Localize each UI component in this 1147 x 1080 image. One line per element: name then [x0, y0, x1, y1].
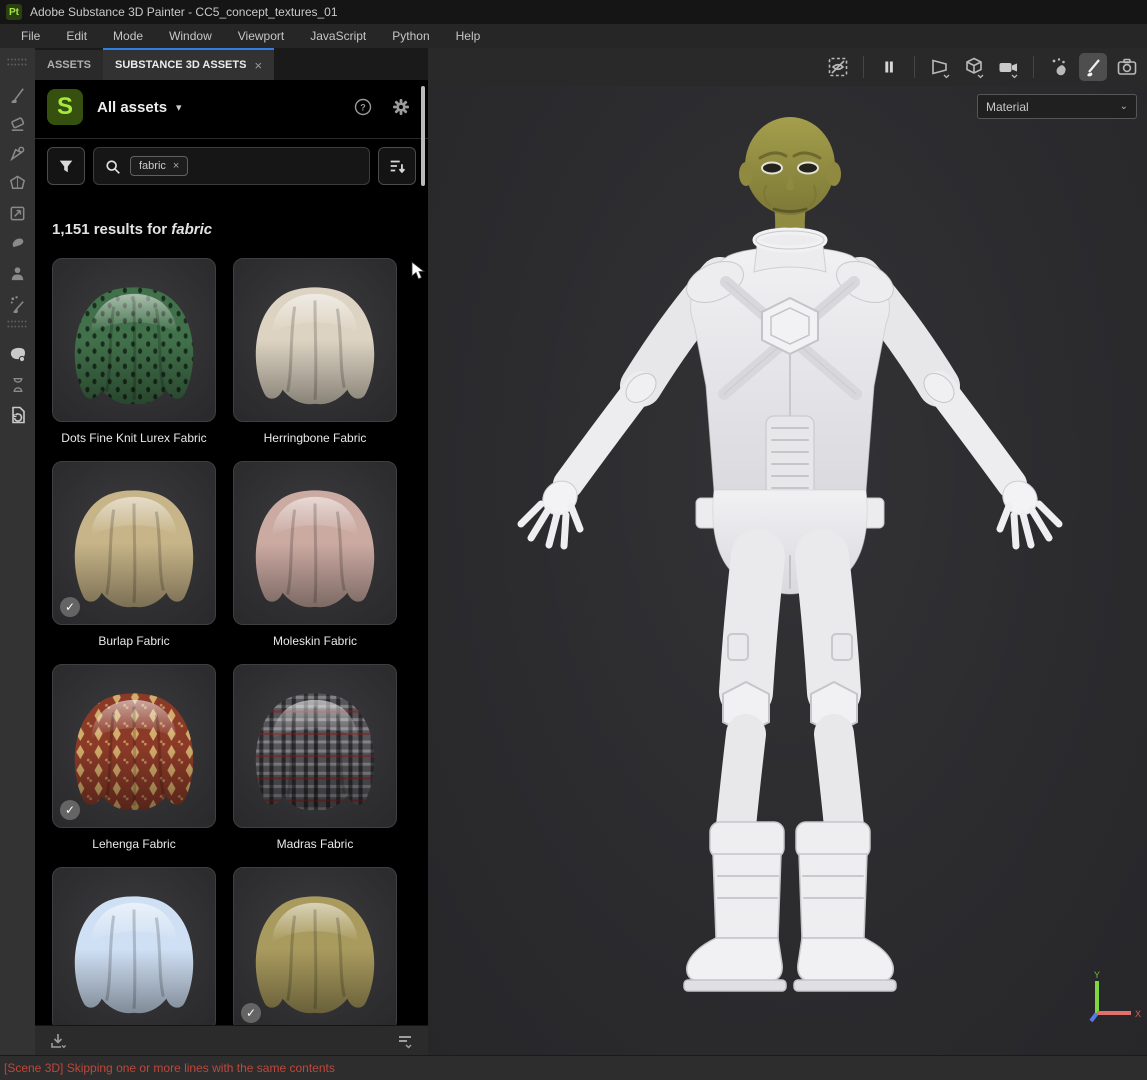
- character-model[interactable]: [428, 86, 1147, 1055]
- list-options-icon[interactable]: [392, 1028, 418, 1054]
- svg-text:X: X: [1135, 1009, 1141, 1019]
- filter-button[interactable]: [47, 147, 85, 185]
- menu-javascript[interactable]: JavaScript: [297, 24, 379, 48]
- panel-tab-bar: ASSETS SUBSTANCE 3D ASSETS ×: [35, 48, 428, 80]
- mesh-material-icon[interactable]: [4, 340, 32, 370]
- asset-label: Burlap Fabric: [98, 634, 170, 648]
- menu-file[interactable]: File: [8, 24, 53, 48]
- divider: [863, 56, 864, 78]
- left-tool-rail: •••••• •••••• •••••• ••••••: [0, 48, 35, 1055]
- material-picker-tool-icon[interactable]: [4, 258, 32, 288]
- asset-thumbnail[interactable]: ✓: [233, 867, 397, 1025]
- svg-text:?: ?: [360, 103, 366, 113]
- divider: [914, 56, 915, 78]
- sort-button[interactable]: [378, 147, 416, 185]
- window-title: Adobe Substance 3D Painter - CC5_concept…: [30, 5, 338, 19]
- asset-cell: ✓: [233, 867, 397, 1025]
- asset-cell: ✓ Madras Fabric: [233, 664, 397, 852]
- menu-window[interactable]: Window: [156, 24, 225, 48]
- asset-cell: ✓ Dots Fine Knit Lurex Fabric: [52, 258, 216, 446]
- gear-icon[interactable]: [388, 94, 414, 120]
- download-icon[interactable]: [45, 1028, 71, 1054]
- viewport-3d[interactable]: Material ⌄ Y X: [428, 48, 1147, 1055]
- assets-header: S All assets ▾ ?: [47, 88, 414, 126]
- divider: [35, 138, 428, 139]
- menu-bar: File Edit Mode Window Viewport JavaScrip…: [0, 24, 1147, 48]
- help-icon[interactable]: ?: [350, 94, 376, 120]
- menu-help[interactable]: Help: [443, 24, 494, 48]
- asset-thumbnail[interactable]: ✓: [233, 461, 397, 625]
- smudge-tool-icon[interactable]: [4, 198, 32, 228]
- status-bar: [Scene 3D] Skipping one or more lines wi…: [0, 1055, 1147, 1080]
- projection-tool-icon[interactable]: [4, 138, 32, 168]
- chevron-down-icon[interactable]: ▾: [176, 101, 182, 114]
- polygon-fill-tool-icon[interactable]: [4, 168, 32, 198]
- asset-thumbnail[interactable]: ✓: [233, 258, 397, 422]
- substance-logo: S: [47, 89, 83, 125]
- asset-label: Madras Fabric: [276, 837, 354, 851]
- app-icon: Pt: [6, 4, 22, 20]
- screenshot-camera-icon[interactable]: [1113, 53, 1141, 81]
- video-camera-dropdown-icon[interactable]: [994, 53, 1022, 81]
- selected-check-icon: ✓: [60, 597, 80, 617]
- assets-footer: [35, 1025, 428, 1055]
- scene-3d[interactable]: Material ⌄ Y X: [428, 86, 1147, 1055]
- asset-cell: ✓: [52, 867, 216, 1025]
- asset-thumbnail[interactable]: ✓: [52, 258, 216, 422]
- clone-stamp-tool-icon[interactable]: [4, 228, 32, 258]
- paint-brush-tool-icon[interactable]: [4, 78, 32, 108]
- selected-check-icon: ✓: [241, 1003, 261, 1023]
- asset-thumbnail[interactable]: ✓: [233, 664, 397, 828]
- assets-panel: ASSETS SUBSTANCE 3D ASSETS × S All asset…: [35, 48, 428, 1055]
- selected-check-icon: ✓: [60, 800, 80, 820]
- results-summary: 1,151 results for fabric: [52, 221, 213, 238]
- eraser-tool-icon[interactable]: [4, 108, 32, 138]
- tab-substance-3d-assets[interactable]: SUBSTANCE 3D ASSETS ×: [103, 48, 275, 80]
- axis-gizmo: Y X: [1089, 970, 1141, 1023]
- filter-row: fabric ×: [47, 147, 416, 185]
- viewport-toolbar: [428, 48, 1147, 86]
- panel-scrollbar[interactable]: [421, 86, 425, 186]
- asset-cell: ✓ Burlap Fabric: [52, 461, 216, 649]
- symmetry-visibility-icon[interactable]: [824, 53, 852, 81]
- mouse-cursor: [411, 261, 425, 280]
- svg-text:Y: Y: [1094, 970, 1100, 980]
- search-tag-chip[interactable]: fabric ×: [130, 156, 189, 176]
- asset-label: Herringbone Fabric: [263, 431, 367, 445]
- resources-updater-icon[interactable]: [4, 400, 32, 430]
- asset-thumbnail[interactable]: ✓: [52, 867, 216, 1025]
- divider: [1033, 56, 1034, 78]
- status-message: [Scene 3D] Skipping one or more lines wi…: [4, 1061, 335, 1075]
- scope-dropdown[interactable]: All assets: [97, 99, 167, 116]
- asset-grid: ✓ Dots Fine Knit Lurex Fabric ✓ Herringb…: [35, 258, 428, 1025]
- tab-assets[interactable]: ASSETS: [35, 50, 104, 80]
- app-window: Pt Adobe Substance 3D Painter - CC5_conc…: [0, 0, 1147, 1080]
- asset-thumbnail[interactable]: ✓: [52, 461, 216, 625]
- asset-cell: ✓ Moleskin Fabric: [233, 461, 397, 649]
- tab-close-icon[interactable]: ×: [254, 58, 262, 73]
- search-input[interactable]: fabric ×: [93, 147, 370, 185]
- asset-label: Lehenga Fabric: [92, 837, 176, 851]
- menu-mode[interactable]: Mode: [100, 24, 156, 48]
- menu-viewport[interactable]: Viewport: [225, 24, 297, 48]
- pause-icon[interactable]: [875, 53, 903, 81]
- camera-frustum-dropdown-icon[interactable]: [926, 53, 954, 81]
- assets-scroll-area[interactable]: S All assets ▾ ? fabric × 1,151 results …: [35, 80, 428, 1025]
- chip-close-icon[interactable]: ×: [173, 160, 179, 172]
- particles-tool-icon[interactable]: [4, 288, 32, 318]
- rail-grip-icon[interactable]: •••••• ••••••: [7, 319, 28, 336]
- paint-brush-mode-icon[interactable]: [1079, 53, 1107, 81]
- hourglass-icon[interactable]: [4, 370, 32, 400]
- physics-particles-icon[interactable]: [1045, 53, 1073, 81]
- menu-edit[interactable]: Edit: [53, 24, 100, 48]
- geometry-cube-dropdown-icon[interactable]: [960, 53, 988, 81]
- rail-grip-icon[interactable]: •••••• ••••••: [7, 57, 28, 74]
- title-bar: Pt Adobe Substance 3D Painter - CC5_conc…: [0, 0, 1147, 24]
- asset-cell: ✓ Lehenga Fabric: [52, 664, 216, 852]
- asset-label: Dots Fine Knit Lurex Fabric: [61, 431, 207, 445]
- menu-python[interactable]: Python: [379, 24, 442, 48]
- asset-cell: ✓ Herringbone Fabric: [233, 258, 397, 446]
- asset-label: Moleskin Fabric: [272, 634, 358, 648]
- asset-thumbnail[interactable]: ✓: [52, 664, 216, 828]
